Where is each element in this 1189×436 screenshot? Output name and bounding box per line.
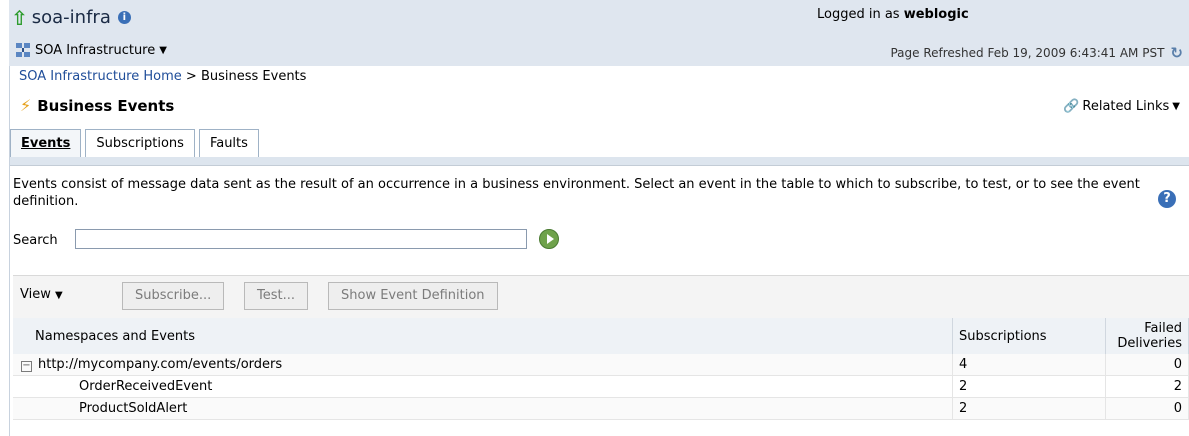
info-icon[interactable]: i bbox=[117, 11, 131, 24]
refresh-icon[interactable]: ↻ bbox=[1170, 44, 1183, 62]
username: weblogic bbox=[903, 7, 969, 22]
chevron-down-icon: ▼ bbox=[159, 44, 167, 56]
related-links-menu[interactable]: 🔗 Related Links ▼ bbox=[1063, 99, 1180, 114]
search-go-icon[interactable] bbox=[539, 229, 559, 249]
search-label: Search bbox=[13, 233, 58, 248]
failed-header-line2: Deliveries bbox=[1117, 336, 1182, 351]
page-title: ⚡ Business Events bbox=[20, 96, 174, 115]
table-row[interactable]: − http://mycompany.com/events/orders 4 0 bbox=[13, 354, 1189, 376]
page-title-text: Business Events bbox=[37, 96, 175, 115]
tab-events[interactable]: Events bbox=[10, 129, 82, 158]
column-namespaces-events[interactable]: Namespaces and Events bbox=[13, 318, 953, 354]
subscriptions-cell: 2 bbox=[952, 375, 1106, 398]
app-title-text: soa-infra bbox=[31, 7, 111, 28]
breadcrumb: SOA Infrastructure Home > Business Event… bbox=[19, 69, 306, 84]
search-input[interactable] bbox=[75, 229, 527, 249]
namespace-cell: − http://mycompany.com/events/orders bbox=[13, 354, 953, 376]
column-subscriptions[interactable]: Subscriptions bbox=[952, 318, 1106, 354]
namespace-name: http://mycompany.com/events/orders bbox=[38, 357, 283, 372]
lightning-bolt-icon: ⚡ bbox=[20, 96, 32, 115]
table-toolbar: View ▼ Subscribe... Test... Show Event D… bbox=[13, 275, 1189, 319]
failed-deliveries-cell: 0 bbox=[1105, 354, 1189, 376]
subscriptions-cell: 2 bbox=[952, 397, 1106, 420]
page-refreshed-text: Page Refreshed Feb 19, 2009 6:43:41 AM P… bbox=[890, 46, 1165, 60]
tab-subscriptions[interactable]: Subscriptions bbox=[85, 129, 195, 158]
breadcrumb-current: Business Events bbox=[200, 69, 307, 84]
column-failed-deliveries[interactable]: Failed Deliveries bbox=[1105, 318, 1189, 354]
failed-deliveries-cell: 0 bbox=[1105, 397, 1189, 420]
subscriptions-cell: 4 bbox=[952, 354, 1106, 376]
help-icon[interactable]: ? bbox=[1158, 190, 1176, 208]
table-row[interactable]: OrderReceivedEvent 2 2 bbox=[13, 375, 1189, 398]
chevron-down-icon: ▼ bbox=[1172, 101, 1180, 112]
view-menu[interactable]: View ▼ bbox=[20, 287, 63, 302]
test-button[interactable]: Test... bbox=[244, 282, 308, 310]
event-name-cell: OrderReceivedEvent bbox=[13, 375, 953, 398]
page-refreshed: Page Refreshed Feb 19, 2009 6:43:41 AM P… bbox=[890, 44, 1183, 62]
tab-bar: Events Subscriptions Faults bbox=[10, 129, 263, 158]
up-arrow-icon[interactable]: ⇧ bbox=[11, 8, 28, 28]
breadcrumb-separator: > bbox=[185, 69, 197, 84]
logged-in-status: Logged in as weblogic bbox=[817, 7, 969, 22]
events-description: Events consist of message data sent as t… bbox=[13, 177, 1140, 209]
table-row[interactable]: ProductSoldAlert 2 0 bbox=[13, 397, 1189, 420]
breadcrumb-home-link[interactable]: SOA Infrastructure Home bbox=[19, 69, 182, 84]
subscribe-button[interactable]: Subscribe... bbox=[122, 282, 225, 310]
link-icon: 🔗 bbox=[1063, 99, 1080, 114]
logged-in-label: Logged in as bbox=[817, 7, 900, 22]
collapse-icon[interactable]: − bbox=[21, 361, 32, 372]
chevron-down-icon: ▼ bbox=[55, 290, 63, 301]
failed-header-line1: Failed bbox=[1144, 321, 1182, 336]
show-event-definition-button[interactable]: Show Event Definition bbox=[328, 282, 498, 310]
soa-infrastructure-icon bbox=[16, 43, 30, 57]
events-table: Namespaces and Events Subscriptions Fail… bbox=[13, 318, 1189, 420]
related-links-label: Related Links bbox=[1082, 99, 1170, 114]
tab-faults[interactable]: Faults bbox=[198, 129, 259, 158]
app-title: ⇧ soa-infra i bbox=[11, 7, 131, 28]
table-header-row: Namespaces and Events Subscriptions Fail… bbox=[13, 318, 1189, 354]
soa-infrastructure-label: SOA Infrastructure bbox=[35, 42, 156, 58]
view-menu-label: View bbox=[20, 287, 51, 302]
tab-strip bbox=[10, 157, 1189, 166]
soa-infrastructure-menu[interactable]: SOA Infrastructure ▼ bbox=[15, 42, 167, 58]
failed-deliveries-cell: 2 bbox=[1105, 375, 1189, 398]
event-name-cell: ProductSoldAlert bbox=[13, 397, 953, 420]
